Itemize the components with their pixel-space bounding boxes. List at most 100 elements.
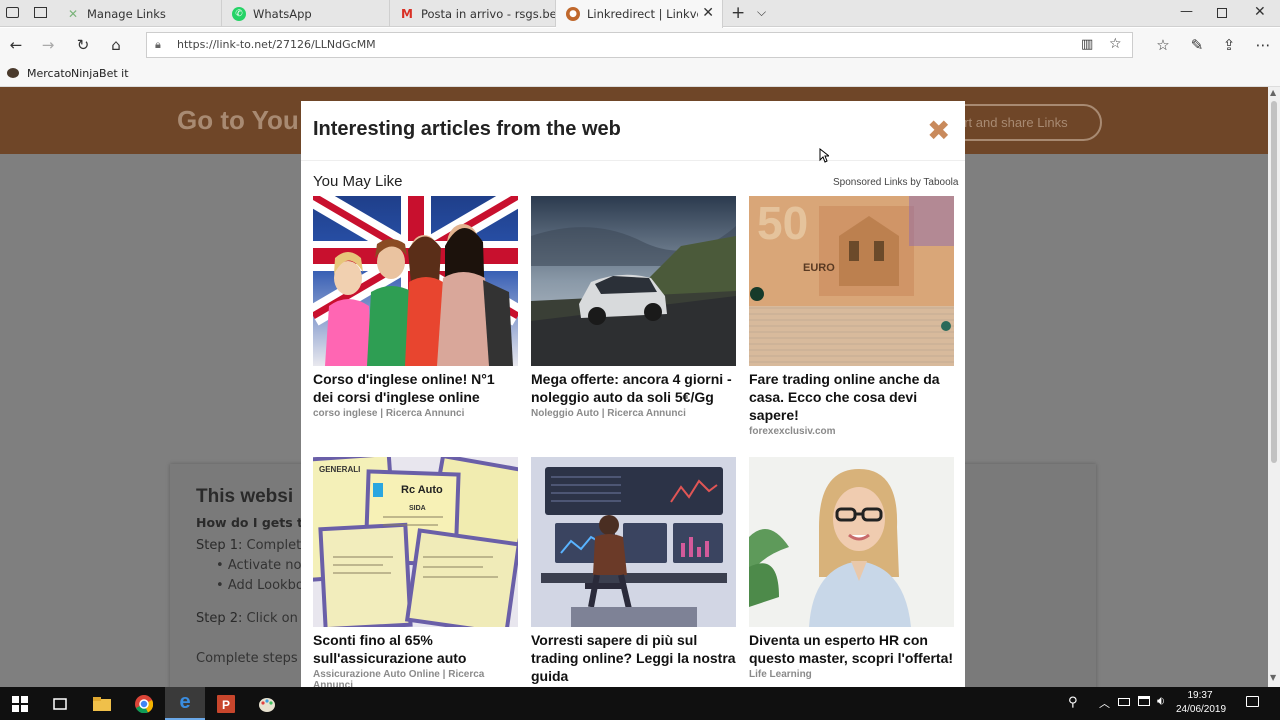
article-title[interactable]: Mega offerte: ancora 4 giorni - noleggio… [531,370,736,406]
insurance-documents-image [313,457,518,627]
step1-label: Step 1: [196,538,243,553]
article-source[interactable]: corso inglese | Ricerca Annunci [313,408,518,419]
article-source[interactable]: Life Learning [749,669,954,680]
favorite-mercato[interactable]: Mercato [27,67,71,80]
page-step1: Step 1: Complete [196,538,309,553]
powerpoint-icon[interactable]: P [206,687,246,720]
windows-taskbar: e P ⚲ ︿ 🔉︎ 19:37 24/06/2019 [0,687,1280,720]
modal-divider [301,160,965,161]
maximize-icon[interactable] [1217,8,1227,18]
clock-time: 19:37 [1187,690,1213,701]
article-card[interactable]: Mega offerte: ancora 4 giorni - noleggio… [531,196,736,419]
article-thumbnail-english-students[interactable] [313,196,518,366]
page-scrollbar[interactable]: ▲ ▼ [1268,87,1280,687]
article-title[interactable]: Corso d'inglese online! N°1 dei corsi d'… [313,370,518,406]
tab-actions-icon[interactable] [6,7,19,18]
close-tab-icon[interactable]: ✕ [702,5,714,21]
article-thumbnail-banknotes[interactable]: 50 EURO [749,196,954,366]
edge-icon[interactable]: e [165,687,205,720]
scroll-down-icon[interactable]: ▼ [1270,673,1276,682]
svg-text:P: P [222,698,230,712]
page-body-title: This websi [196,486,294,507]
article-card[interactable]: Diventa un esperto HR con questo master,… [749,457,954,680]
page-question: How do I gets to [196,515,312,530]
tab-label: WhatsApp [253,6,312,21]
windows-start-icon[interactable] [0,687,40,720]
chevron-down-icon[interactable]: ⌵ [757,5,766,20]
clock-date: 24/06/2019 [1176,704,1227,715]
address-bar[interactable]: 🔒︎ https://link-to.net/27126/LLNdGcMM ▥ … [146,32,1133,58]
refresh-icon[interactable]: ↻ [70,33,96,57]
notifications-icon[interactable] [1246,696,1259,707]
battery-icon[interactable] [1118,698,1130,706]
suv-road-image [531,196,736,366]
article-source[interactable]: forexexclusiv.com [749,426,954,437]
step2-label: Step 2: [196,611,243,626]
hr-woman-image [749,457,954,627]
article-card[interactable]: 50 EURO Fare trading online anche da cas… [749,196,954,437]
home-icon[interactable]: ⌂ [103,33,129,57]
trader-illustration-image [541,467,727,627]
taskbar-clock[interactable]: 19:37 24/06/2019 [1176,689,1227,717]
pen-notes-icon[interactable]: ✎ [1184,33,1210,57]
lock-icon: 🔒︎ [155,38,161,51]
url-text: https://link-to.net/27126/LLNdGcMM [177,38,376,51]
network-icon[interactable] [1138,696,1150,706]
tab-manage-links[interactable]: ✕ Manage Links [56,0,222,27]
share-icon[interactable]: ⇪ [1216,33,1242,57]
reading-view-icon[interactable]: ▥ [1081,33,1093,57]
article-card[interactable]: Rc Auto GENERALI SIDA Sconti fino al 65%… [313,457,518,687]
scroll-up-icon[interactable]: ▲ [1270,88,1276,97]
close-icon[interactable]: ✖ [927,116,950,146]
page-header-button-label: ort and share Links [957,115,1068,130]
uk-flag-students-image [313,196,518,366]
address-toolbar: ← → ↻ ⌂ 🔒︎ https://link-to.net/27126/LLN… [0,28,1280,61]
article-thumbnail-suv[interactable] [531,196,736,366]
minimize-icon[interactable]: — [1180,4,1193,19]
article-source[interactable]: Noleggio Auto | Ricerca Annunci [531,408,736,419]
close-window-icon[interactable]: ✕ [1254,4,1266,20]
article-thumbnail-hr-woman[interactable] [749,457,954,627]
sponsor-label[interactable]: Sponsored Links by Taboola [833,177,958,188]
chrome-icon[interactable] [124,687,164,720]
favorites-hub-icon[interactable]: ☆ [1150,33,1176,57]
insurance-label: Rc Auto [401,484,443,496]
mercato-favicon [7,68,19,78]
article-title[interactable]: Fare trading online anche da casa. Ecco … [749,370,954,424]
articles-modal: Interesting articles from the web ✖ You … [301,101,965,687]
forward-icon[interactable]: → [35,33,61,57]
article-title[interactable]: Sconti fino al 65% sull'assicurazione au… [313,631,518,667]
article-title[interactable]: Diventa un esperto HR con questo master,… [749,631,954,667]
browser-tab-bar: ✕ Manage Links ✆ WhatsApp M Posta in arr… [0,0,1280,28]
bullet2-text: Add Lookbo [227,578,304,593]
article-card[interactable]: Corso d'inglese online! N°1 dei corsi d'… [313,196,518,419]
article-title[interactable]: Vorresti sapere di più sul trading onlin… [531,631,736,685]
tab-label: Manage Links [87,6,166,21]
gmail-favicon: M [401,6,413,21]
favorites-bar: Mercato NinjaBet it [0,61,1280,87]
more-menu-icon[interactable]: ⋯ [1250,33,1276,57]
bullet1-text: Activate not [227,558,307,573]
banknote-euro: EURO [803,262,835,274]
back-icon[interactable]: ← [3,33,29,57]
tab-linkvertise[interactable]: ● Linkredirect | Linkvertise ✕ [556,0,723,28]
tab-gmail[interactable]: M Posta in arrivo - rsgs.beraldi [390,0,556,27]
tab-label: Linkredirect | Linkvertise [587,7,698,21]
scrollbar-thumb[interactable] [1271,101,1277,463]
tab-whatsapp[interactable]: ✆ WhatsApp [222,0,390,27]
volume-icon[interactable]: 🔉︎ [1157,694,1165,709]
show-hidden-icons-chevron[interactable]: ︿ [1099,695,1110,711]
favorite-star-icon[interactable]: ☆ [1109,32,1122,56]
favorite-ninjabet[interactable]: NinjaBet it [71,67,129,80]
article-thumbnail-insurance[interactable]: Rc Auto GENERALI SIDA [313,457,518,627]
paint-app-icon[interactable] [247,687,287,720]
article-thumbnail-trader[interactable] [531,457,736,627]
tab-label: Posta in arrivo - rsgs.beraldi [421,6,555,21]
set-tabs-aside-icon[interactable] [34,7,47,18]
article-card[interactable]: Vorresti sapere di più sul trading onlin… [531,457,736,685]
file-explorer-icon[interactable] [82,687,122,720]
task-view-icon[interactable] [40,687,80,720]
article-source[interactable]: Assicurazione Auto Online | Ricerca Annu… [313,669,518,687]
new-tab-icon[interactable]: + [731,3,745,23]
people-icon[interactable]: ⚲ [1068,695,1078,710]
